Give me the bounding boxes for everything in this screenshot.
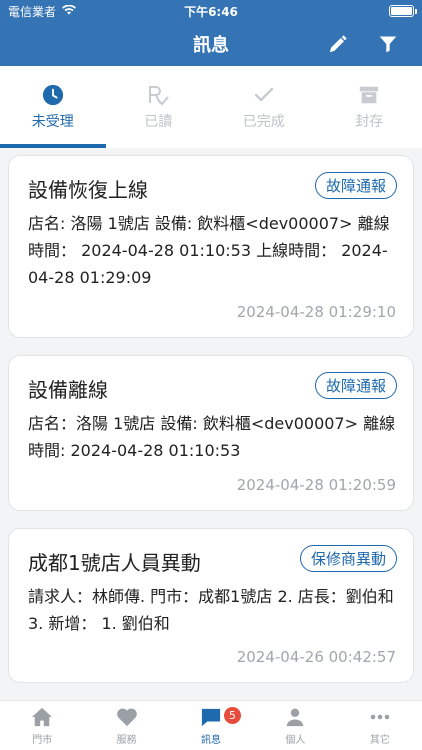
bottom-tab-bar: 門市 服務 5 訊息 個人 其它 <box>0 700 422 750</box>
battery-icon <box>389 5 417 17</box>
message-body: 店名: 洛陽 1號店 設備: 飲料櫃<dev00007> 離線時間： 2024-… <box>28 214 390 287</box>
tab-read[interactable]: 已讀 <box>106 66 212 148</box>
message-timestamp: 2024-04-28 01:20:59 <box>236 476 396 494</box>
top-navbar: 訊息 <box>0 22 422 66</box>
category-badge: 故障通報 <box>314 172 397 199</box>
category-badge: 保修商異動 <box>299 545 397 572</box>
tab-label: 封存 <box>355 114 384 130</box>
message-title: 設備離線 <box>28 378 108 402</box>
message-card[interactable]: 成都1號店人員異動 保修商異動 請求人：林師傳. 門市：成都1號店 2. 店長：… <box>8 528 414 683</box>
bottom-tab-profile[interactable]: 個人 <box>253 701 337 750</box>
read-icon <box>146 83 170 107</box>
check-icon <box>252 83 276 107</box>
bottom-tab-label: 個人 <box>285 734 306 746</box>
tab-label: 已讀 <box>144 114 173 130</box>
bottom-tab-label: 服務 <box>116 734 137 746</box>
status-bar: 電信業者 下午6:46 <box>0 0 422 22</box>
message-card[interactable]: 設備恢復上線 故障通報 店名: 洛陽 1號店 設備: 飲料櫃<dev00007>… <box>8 155 414 338</box>
filter-icon[interactable] <box>376 32 400 56</box>
message-timestamp: 2024-04-28 01:29:10 <box>236 303 396 321</box>
message-title: 成都1號店人員異動 <box>28 551 201 575</box>
message-card[interactable]: 設備離線 故障通報 店名：洛陽 1號店 設備: 飲料櫃<dev00007> 離線… <box>8 355 414 511</box>
header-actions <box>326 32 400 56</box>
bottom-tab-label: 門市 <box>32 734 53 746</box>
clock-icon <box>41 83 65 107</box>
bottom-tab-store[interactable]: 門市 <box>0 701 84 750</box>
status-time: 下午6:46 <box>184 4 238 19</box>
bottom-tab-more[interactable]: 其它 <box>338 701 422 750</box>
status-tabs: 未受理 已讀 已完成 封存 <box>0 66 422 148</box>
message-body: 店名：洛陽 1號店 設備: 飲料櫃<dev00007> 離線時間: 2024-0… <box>28 414 396 460</box>
bottom-tab-service[interactable]: 服務 <box>84 701 168 750</box>
tab-unprocessed[interactable]: 未受理 <box>0 66 106 148</box>
more-icon <box>369 706 391 728</box>
tab-archived[interactable]: 封存 <box>317 66 422 148</box>
message-list[interactable]: 設備恢復上線 故障通報 店名: 洛陽 1號店 設備: 飲料櫃<dev00007>… <box>0 148 422 700</box>
unread-count-badge: 5 <box>223 707 241 724</box>
message-timestamp: 2024-04-26 00:42:57 <box>236 648 396 666</box>
message-body: 請求人：林師傳. 門市：成都1號店 2. 店長：劉伯和 3. 新增： 1. 劉伯… <box>28 587 394 633</box>
tab-completed[interactable]: 已完成 <box>211 66 317 148</box>
bottom-tab-label: 訊息 <box>201 734 222 746</box>
page-title: 訊息 <box>193 35 229 56</box>
message-title: 設備恢復上線 <box>28 178 148 202</box>
category-badge: 故障通報 <box>314 372 397 399</box>
message-icon <box>200 706 222 728</box>
heart-icon <box>116 706 138 728</box>
tab-label: 未受理 <box>31 114 74 130</box>
bottom-tab-label: 其它 <box>369 734 390 746</box>
person-icon <box>284 706 306 728</box>
tab-label: 已完成 <box>242 114 285 130</box>
archive-icon <box>357 83 381 107</box>
bottom-tab-messages[interactable]: 5 訊息 <box>169 701 253 750</box>
edit-icon[interactable] <box>326 32 350 56</box>
store-icon <box>31 706 53 728</box>
